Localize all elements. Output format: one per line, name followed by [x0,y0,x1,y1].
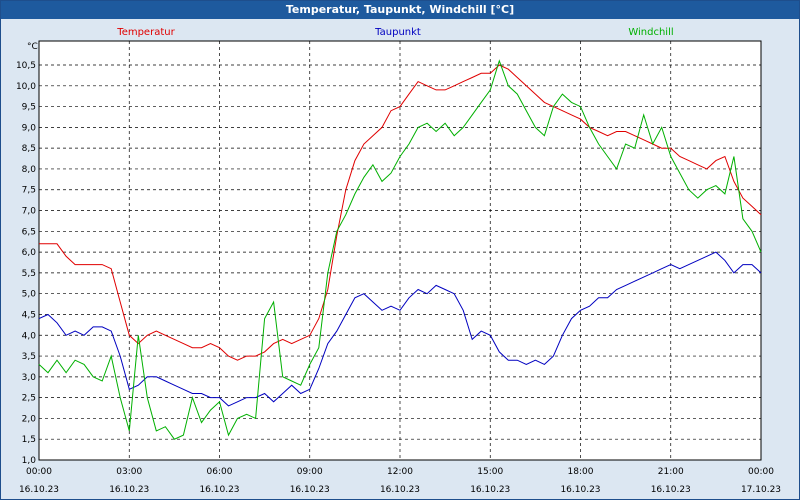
y-tick-label: 5,0 [22,290,37,300]
y-tick-label: 9,5 [22,103,36,113]
chart-canvas: 1,0 1,5 2,0 2,5 3,0 3,5 4,0 4,5 5,0 5,5 6,0 6,5 7,0 7… [16,27,781,495]
y-tick-label: 1,5 [22,435,36,445]
x-tick-time: 18:00 [568,467,594,477]
x-tick-date: 16.10.23 [109,485,149,495]
y-tick-label: 6,5 [22,227,36,237]
y-axis-unit: °C [27,42,38,52]
y-tick-label: 3,0 [22,373,37,383]
legend-item-windchill: Windchill [628,27,673,38]
x-tick-date: 16.10.23 [470,485,510,495]
y-tick-label: 6,0 [22,248,37,258]
y-tick-label: 8,0 [22,165,37,175]
x-tick-date: 16.10.23 [290,485,330,495]
legend: Temperatur Taupunkt Windchill [116,27,673,38]
x-tick-date: 16.10.23 [651,485,691,495]
y-tick-label: 4,0 [22,331,37,341]
x-tick-date: 16.10.23 [560,485,600,495]
x-tick-time: 12:00 [387,467,413,477]
y-tick-label: 10,5 [16,61,36,71]
legend-item-temperatur: Temperatur [116,27,175,38]
x-tick-time: 21:00 [658,467,684,477]
x-tick-date: 17.10.23 [741,485,781,495]
y-tick-label: 2,0 [22,414,37,424]
y-axis-ticks: 1,0 1,5 2,0 2,5 3,0 3,5 4,0 4,5 5,0 5,5 6,0 6,5 7,0 7… [16,61,36,466]
y-tick-label: 1,0 [22,456,37,466]
x-axis-ticks: 00:00 16.10.23 03:00 16.10.23 06:00 16.10.23 0… [19,467,781,495]
x-tick-time: 00:00 [748,467,774,477]
chart-window: Temperatur, Taupunkt, Windchill [°C] 1,0… [0,0,800,500]
legend-item-taupunkt: Taupunkt [374,27,421,38]
x-tick-time: 00:00 [26,467,52,477]
y-tick-label: 7,0 [22,207,37,217]
y-tick-label: 7,5 [22,186,36,196]
x-tick-time: 03:00 [116,467,142,477]
x-tick-time: 15:00 [477,467,503,477]
x-tick-date: 16.10.23 [19,485,59,495]
window-title: Temperatur, Taupunkt, Windchill [°C] [1,1,799,19]
x-tick-time: 06:00 [207,467,233,477]
x-tick-date: 16.10.23 [380,485,420,495]
y-tick-label: 9,0 [22,123,37,133]
y-tick-label: 10,0 [16,82,36,92]
y-tick-label: 2,5 [22,394,36,404]
x-tick-time: 09:00 [297,467,323,477]
x-tick-date: 16.10.23 [199,485,239,495]
y-tick-label: 5,5 [22,269,36,279]
y-tick-label: 4,5 [22,310,36,320]
y-tick-label: 3,5 [22,352,36,362]
y-tick-label: 8,5 [22,144,36,154]
